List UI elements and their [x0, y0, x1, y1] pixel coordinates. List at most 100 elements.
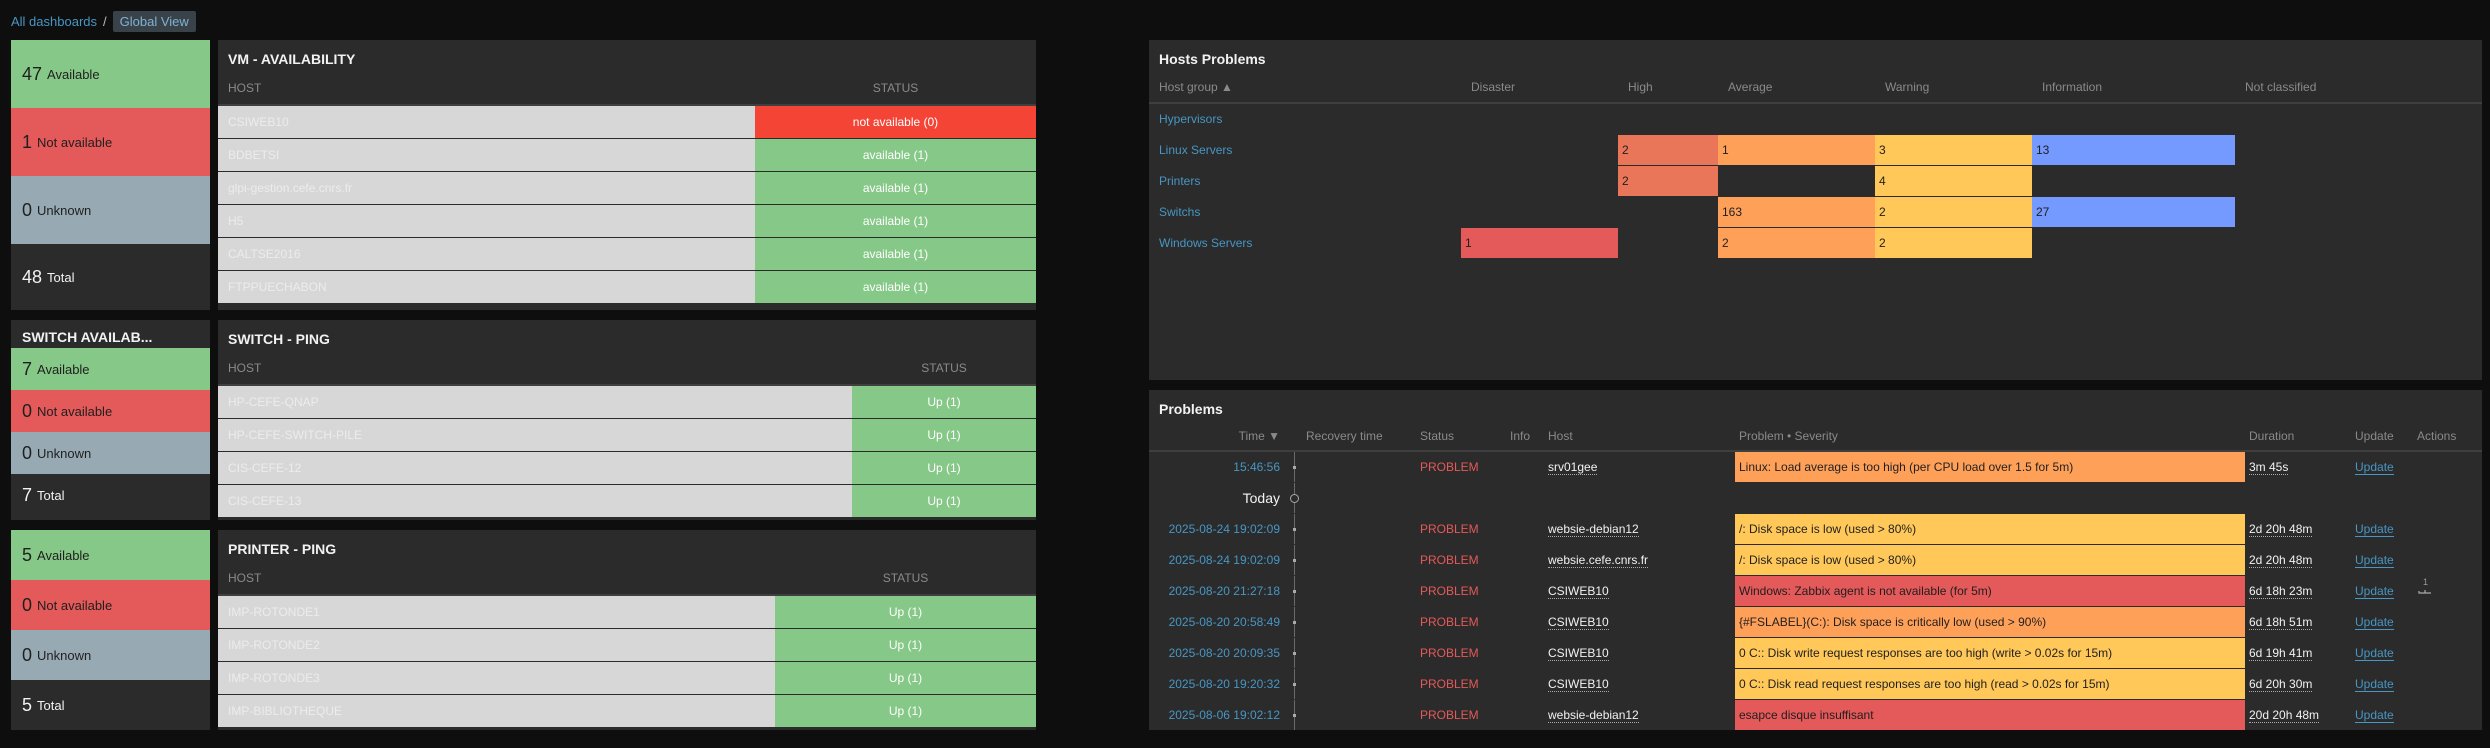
disaster-cell[interactable]: 1 [1461, 227, 1618, 259]
host-cell[interactable]: HP-CEFE-QNAP [218, 385, 852, 419]
update-link[interactable]: Update [2355, 583, 2394, 599]
status-cell[interactable]: Up (1) [775, 694, 1036, 728]
duration-cell[interactable]: 2d 20h 48m [2245, 544, 2351, 576]
update-link[interactable]: Update [2355, 521, 2394, 537]
status-cell[interactable]: available (1) [755, 138, 1036, 172]
warning-cell[interactable]: 4 [1875, 165, 2032, 197]
status-cell[interactable]: Up (1) [775, 661, 1036, 695]
host-cell[interactable]: CSIWEB10 [1544, 575, 1735, 607]
problem-cell[interactable]: {#FSLABEL}(C:): Disk space is critically… [1735, 606, 2245, 638]
problem-cell[interactable]: Linux: Load average is too high (per CPU… [1735, 451, 2245, 483]
status-cell[interactable]: available (1) [755, 171, 1036, 205]
printer-available-cell[interactable]: 5 Available [11, 530, 210, 580]
host-cell[interactable]: BDBETSI [218, 138, 755, 172]
problem-time-link[interactable]: 2025-08-20 20:58:49 [1149, 606, 1288, 638]
problem-cell[interactable]: esapce disque insuffisant [1735, 699, 2245, 730]
host-link[interactable]: srv01gee [1548, 459, 1598, 475]
host-cell[interactable]: glpi-gestion.cefe.cnrs.fr [218, 171, 755, 205]
update-link[interactable]: Update [2355, 676, 2394, 692]
update-cell[interactable]: Update [2351, 668, 2413, 700]
update-cell[interactable]: Update [2351, 637, 2413, 669]
update-cell[interactable]: Update [2351, 544, 2413, 576]
breadcrumb-current[interactable]: Global View [112, 10, 196, 32]
problem-cell[interactable]: /: Disk space is low (used > 80%) [1735, 544, 2245, 576]
average-cell[interactable]: 163 [1718, 196, 1875, 228]
problem-cell[interactable]: Windows: Zabbix agent is not available (… [1735, 575, 2245, 607]
problem-time-link[interactable]: 2025-08-24 19:02:09 [1149, 513, 1288, 545]
duration-cell[interactable]: 6d 20h 30m [2245, 668, 2351, 700]
update-link[interactable]: Update [2355, 614, 2394, 630]
problem-cell[interactable]: 0 C:: Disk read request responses are to… [1735, 668, 2245, 700]
status-cell[interactable]: Up (1) [852, 418, 1036, 452]
high-cell[interactable]: 2 [1618, 134, 1718, 166]
warning-cell[interactable]: 3 [1875, 134, 2032, 166]
host-cell[interactable]: IMP-ROTONDE3 [218, 661, 775, 695]
host-cell[interactable]: CALTSE2016 [218, 237, 755, 271]
status-cell[interactable]: Up (1) [852, 385, 1036, 419]
vm-unknown-cell[interactable]: 0 Unknown [11, 176, 210, 244]
duration-cell[interactable]: 3m 45s [2245, 451, 2351, 483]
printer-unknown-cell[interactable]: 0 Unknown [11, 630, 210, 680]
problem-cell[interactable]: /: Disk space is low (used > 80%) [1735, 513, 2245, 545]
update-link[interactable]: Update [2355, 707, 2394, 723]
host-cell[interactable]: H5 [218, 204, 755, 238]
problem-time-link[interactable]: 2025-08-24 19:02:09 [1149, 544, 1288, 576]
vm-available-cell[interactable]: 47 Available [11, 40, 210, 108]
duration-cell[interactable]: 2d 20h 48m [2245, 513, 2351, 545]
host-cell[interactable]: HP-CEFE-SWITCH-PILE [218, 418, 852, 452]
average-cell[interactable]: 1 [1718, 134, 1875, 166]
update-cell[interactable]: Update [2351, 699, 2413, 730]
col-host-group[interactable]: Host group ▲ [1149, 72, 1461, 104]
host-cell[interactable]: CIS-CEFE-13 [218, 484, 852, 518]
host-group-link[interactable]: Printers [1149, 165, 1461, 197]
problem-time-link[interactable]: 2025-08-06 19:02:12 [1149, 699, 1288, 730]
host-cell[interactable]: websie-debian12 [1544, 699, 1735, 730]
warning-cell[interactable]: 2 [1875, 227, 2032, 259]
problem-time-link[interactable]: 15:46:56 [1149, 451, 1288, 483]
average-cell[interactable]: 2 [1718, 227, 1875, 259]
warning-cell[interactable]: 2 [1875, 196, 2032, 228]
host-cell[interactable]: CSIWEB10 [1544, 668, 1735, 700]
actions-cell[interactable]: 1 [2413, 575, 2482, 607]
host-link[interactable]: websie-debian12 [1548, 707, 1639, 723]
host-cell[interactable]: CSIWEB10 [218, 105, 755, 139]
update-link[interactable]: Update [2355, 552, 2394, 568]
update-cell[interactable]: Update [2351, 451, 2413, 483]
duration-cell[interactable]: 6d 18h 23m [2245, 575, 2351, 607]
host-group-link[interactable]: Switchs [1149, 196, 1461, 228]
duration-cell[interactable]: 6d 19h 41m [2245, 637, 2351, 669]
status-cell[interactable]: not available (0) [755, 105, 1036, 139]
host-cell[interactable]: FTPPUECHABON [218, 270, 755, 304]
status-cell[interactable]: available (1) [755, 237, 1036, 271]
host-link[interactable]: CSIWEB10 [1548, 676, 1609, 692]
high-cell[interactable]: 2 [1618, 165, 1718, 197]
information-cell[interactable]: 13 [2032, 134, 2235, 166]
switch-available-cell[interactable]: 7 Available [11, 348, 210, 390]
status-cell[interactable]: Up (1) [775, 628, 1036, 662]
duration-link[interactable]: 6d 18h 51m [2249, 614, 2313, 630]
status-cell[interactable]: Up (1) [852, 451, 1036, 485]
duration-cell[interactable]: 6d 18h 51m [2245, 606, 2351, 638]
host-link[interactable]: websie-debian12 [1548, 521, 1639, 537]
duration-link[interactable]: 6d 18h 23m [2249, 583, 2313, 599]
duration-cell[interactable]: 20d 20h 48m [2245, 699, 2351, 730]
host-cell[interactable]: websie-debian12 [1544, 513, 1735, 545]
status-cell[interactable]: Up (1) [775, 595, 1036, 629]
switch-not-available-cell[interactable]: 0 Not available [11, 390, 210, 432]
duration-link[interactable]: 3m 45s [2249, 459, 2289, 475]
actions-icon[interactable]: 1 [2417, 577, 2433, 595]
vm-not-available-cell[interactable]: 1 Not available [11, 108, 210, 176]
duration-link[interactable]: 6d 20h 30m [2249, 676, 2313, 692]
printer-total-cell[interactable]: 5 Total [11, 680, 210, 730]
duration-link[interactable]: 2d 20h 48m [2249, 552, 2313, 568]
status-cell[interactable]: available (1) [755, 204, 1036, 238]
host-cell[interactable]: CIS-CEFE-12 [218, 451, 852, 485]
problem-cell[interactable]: 0 C:: Disk write request responses are t… [1735, 637, 2245, 669]
vm-total-cell[interactable]: 48 Total [11, 244, 210, 310]
status-cell[interactable]: available (1) [755, 270, 1036, 304]
update-cell[interactable]: Update [2351, 513, 2413, 545]
host-cell[interactable]: IMP-ROTONDE2 [218, 628, 775, 662]
switch-unknown-cell[interactable]: 0 Unknown [11, 432, 210, 474]
host-cell[interactable]: CSIWEB10 [1544, 606, 1735, 638]
duration-link[interactable]: 6d 19h 41m [2249, 645, 2313, 661]
